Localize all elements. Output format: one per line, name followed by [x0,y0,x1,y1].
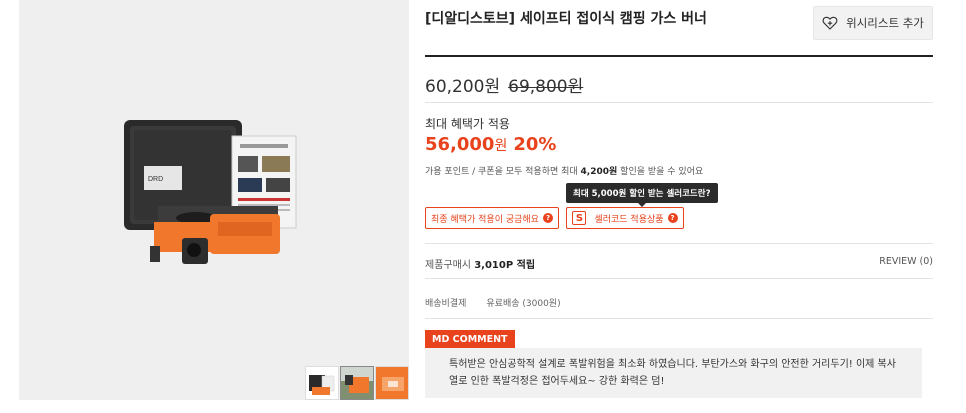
title-divider [425,55,933,57]
svg-text:DRD: DRD [148,176,163,183]
price-row: 60,200원 69,800원 [425,72,583,97]
heart-plus-icon [822,16,838,30]
max-benefit-label: 최대 혜택가 적용 [425,117,510,131]
price-divider [425,102,933,103]
benefit-divider [425,243,933,244]
product-title: [디알디스토브] 세이프티 접이식 캠핑 가스 버너 [425,11,707,27]
thumbnail-3-image [376,367,408,399]
thumbnail-strip [305,366,409,400]
shipping-info: 배송비결제 유료배송 (3000원) [425,296,561,309]
review-link[interactable]: REVIEW (0) [879,256,933,267]
product-main-image[interactable]: DRD [124,118,314,278]
thumbnail-3[interactable] [375,366,409,400]
max-benefit-price-number: 56,000 [425,134,495,155]
thumbnail-2-image [341,367,373,399]
shipping-divider [425,318,933,319]
md-comment-text: 특허받은 안심공학적 설계로 폭발위험을 최소화 하였습니다. 부탄가스와 화구… [425,348,922,398]
max-benefit-info-label: 최종 혜택가 적용이 궁금해요 [431,214,539,225]
question-circle-icon: ? [542,213,553,223]
seller-code-badge-icon: S [572,211,587,225]
wishlist-label: 위시리스트 추가 [846,16,924,30]
md-comment-badge: MD COMMENT [425,330,515,348]
shipping-label: 배송비결제 [425,299,467,309]
benefit-note-suffix: 할인을 받을 수 있어요 [617,167,704,177]
seller-code-tooltip: 최대 5,000원 할인 받는 셀러코드란? [566,183,718,207]
question-circle-icon: ? [667,213,678,223]
benefit-note: 가용 포인트 / 쿠폰을 모두 적용하면 최대 4,200원 할인을 받을 수 … [425,164,703,177]
max-benefit-price-row: 56,000원 20% [425,134,556,155]
original-price: 69,800원 [508,77,584,97]
product-gallery: DRD [19,0,409,400]
sale-price: 60,200원 [425,77,501,97]
points-value: 3,010P 적립 [474,260,536,271]
max-benefit-info-button[interactable]: 최종 혜택가 적용이 궁금해요 ? [425,207,559,229]
shipping-value: 유료배송 (3000원) [486,299,561,309]
discount-percent: 20% [513,134,557,155]
thumbnail-1-image [306,367,338,399]
max-benefit-price: 56,000원 [425,134,507,155]
thumbnail-2[interactable] [340,366,374,400]
points-prefix: 제품구매시 [425,260,475,271]
seller-code-button[interactable]: S 셀러코드 적용상품 ? [566,207,684,229]
purchase-points: 제품구매시 3,010P 적립 [425,256,535,271]
benefit-note-amount: 4,200원 [580,167,618,177]
seller-code-label: 셀러코드 적용상품 [594,214,664,225]
max-benefit-price-unit: 원 [494,138,508,154]
thumbnail-1[interactable] [305,366,339,400]
wishlist-button[interactable]: 위시리스트 추가 [813,6,933,40]
benefit-note-prefix: 가용 포인트 / 쿠폰을 모두 적용하면 최대 [425,167,581,177]
points-divider [425,278,933,279]
